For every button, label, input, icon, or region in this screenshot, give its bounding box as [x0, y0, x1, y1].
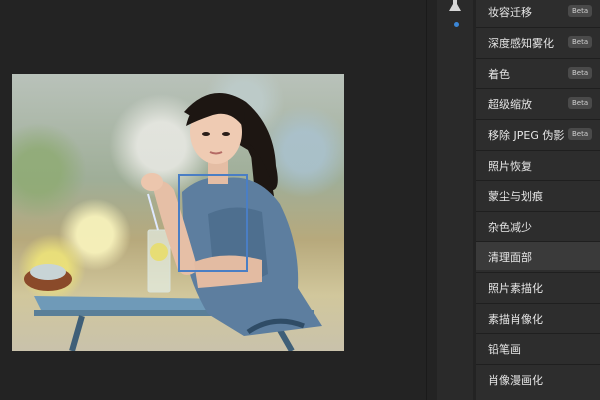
filter-item-dust-and-scratches[interactable]: 蒙尘与划痕 — [476, 180, 600, 209]
filter-label: 超级缩放 — [488, 98, 532, 111]
beta-badge: Beta — [568, 128, 593, 140]
filter-label: 素描肖像化 — [488, 313, 543, 326]
active-dot-icon — [454, 22, 459, 27]
filter-label: 肖像漫画化 — [488, 374, 543, 387]
canvas-divider — [426, 0, 427, 400]
filter-label: 照片素描化 — [488, 282, 543, 295]
filter-label: 蒙尘与划痕 — [488, 190, 543, 203]
beta-badge: Beta — [568, 97, 593, 109]
beta-badge: Beta — [568, 36, 593, 48]
filter-item-super-zoom[interactable]: 超级缩放 Beta — [476, 88, 600, 117]
filter-item-remove-jpeg-artifacts[interactable]: 移除 JPEG 伪影 Beta — [476, 119, 600, 148]
tool-strip — [437, 0, 473, 400]
flask-icon[interactable] — [448, 0, 462, 12]
image-canvas — [0, 0, 426, 400]
filter-label: 妆容迁移 — [488, 6, 532, 19]
filter-item-face-cleanup[interactable]: 清理面部 — [476, 241, 600, 270]
filter-item-pencil-drawing[interactable]: 铅笔画 — [476, 333, 600, 362]
filter-label: 着色 — [488, 68, 510, 81]
portrait-photo — [12, 74, 344, 351]
filter-label: 清理面部 — [488, 251, 532, 264]
beta-badge: Beta — [568, 67, 593, 79]
filter-item-noise-reduction[interactable]: 杂色减少 — [476, 211, 600, 240]
filter-item-depth-blur[interactable]: 深度感知雾化 Beta — [476, 27, 600, 56]
filter-item-sketch-to-portrait[interactable]: 素描肖像化 — [476, 303, 600, 332]
neural-filters-panel: 妆容迁移 Beta 深度感知雾化 Beta 着色 Beta 超级缩放 Beta … — [476, 0, 600, 400]
filter-item-makeup-transfer[interactable]: 妆容迁移 Beta — [476, 0, 600, 25]
filter-item-portrait-caricature[interactable]: 肖像漫画化 — [476, 364, 600, 393]
filter-label: 深度感知雾化 — [488, 37, 554, 50]
filter-label: 杂色减少 — [488, 221, 532, 234]
filter-label: 铅笔画 — [488, 343, 521, 356]
face-detection-box[interactable] — [178, 174, 248, 272]
filter-label: 照片恢复 — [488, 160, 532, 173]
filter-item-photo-to-sketch[interactable]: 照片素描化 — [476, 272, 600, 301]
filter-item-photo-restoration[interactable]: 照片恢复 — [476, 150, 600, 179]
filter-item-colorize[interactable]: 着色 Beta — [476, 58, 600, 87]
filter-label: 移除 JPEG 伪影 — [488, 129, 565, 142]
beta-badge: Beta — [568, 5, 593, 17]
